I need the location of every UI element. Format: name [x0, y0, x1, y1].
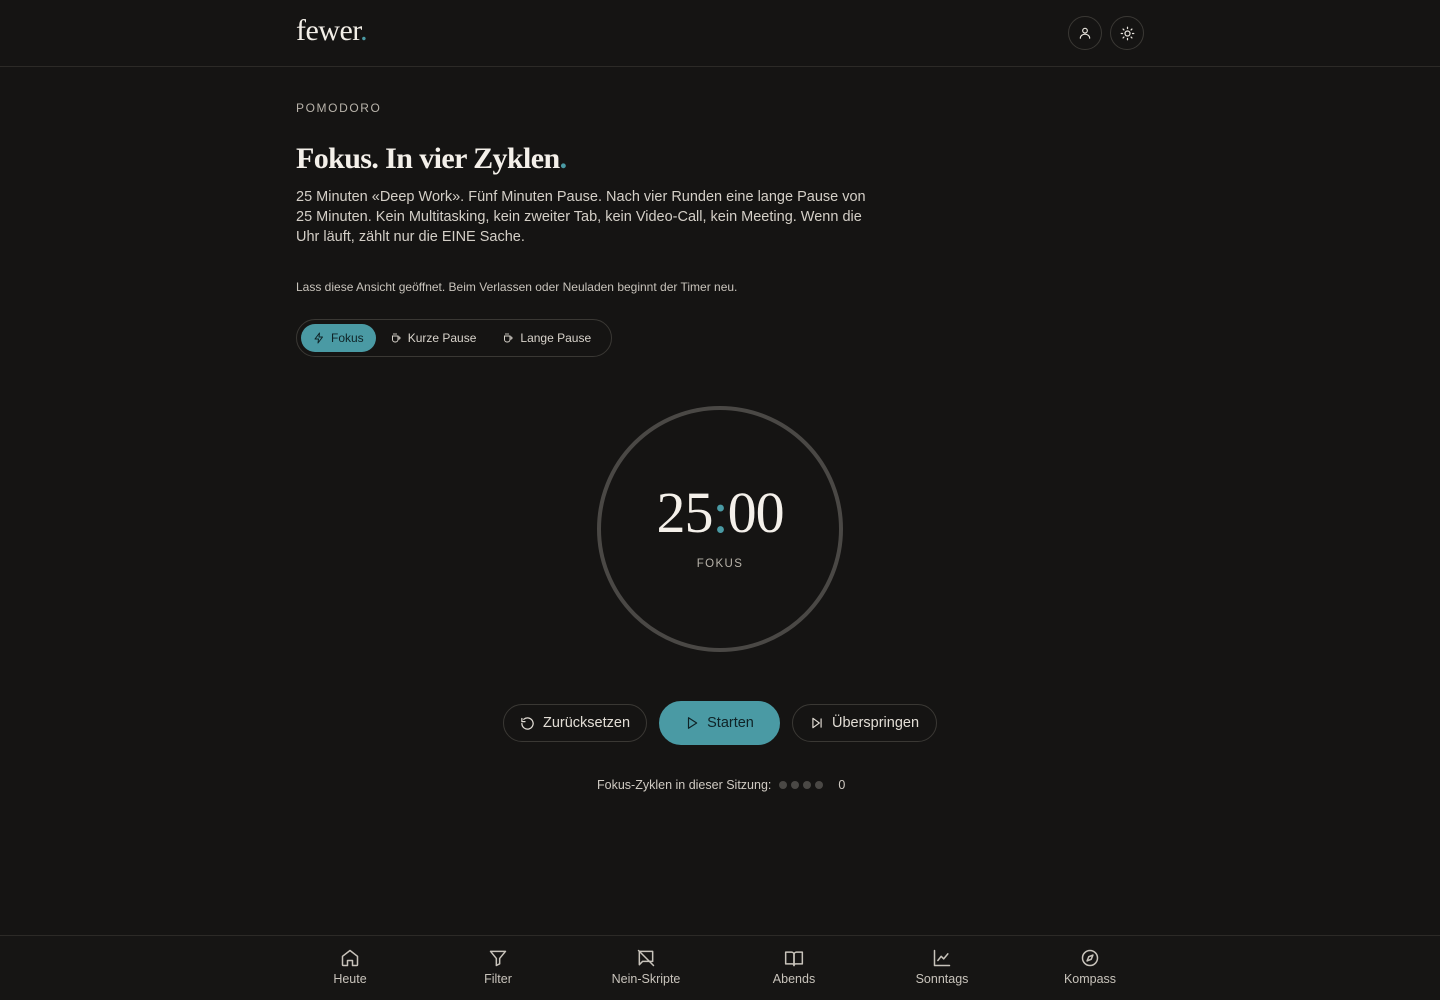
nav-label: Sonntags: [915, 972, 969, 986]
nav-item-kompass[interactable]: Kompass: [1030, 948, 1150, 986]
book-icon: [784, 951, 804, 967]
home-icon: [341, 949, 359, 967]
mode-switch: Fokus Kurze Pause Lange Pause: [296, 319, 612, 357]
mode-label: Fokus: [331, 331, 364, 345]
mode-lange-pause[interactable]: Lange Pause: [490, 324, 603, 352]
start-label: Starten: [707, 715, 754, 731]
logo[interactable]: fewer.: [296, 14, 368, 48]
compass-icon: [1081, 949, 1099, 967]
account-button[interactable]: [1068, 16, 1102, 50]
cycle-dots: [779, 781, 824, 789]
nav-item-filter[interactable]: Filter: [438, 948, 558, 986]
no-message-icon: [637, 949, 655, 967]
reset-icon: [521, 716, 534, 730]
timer-display: 25:00: [596, 480, 844, 546]
cycle-dot: [791, 781, 800, 789]
logo-text: fewer: [296, 14, 361, 47]
nav-label: Nein-Skripte: [611, 972, 681, 986]
section-eyebrow: POMODORO: [296, 101, 382, 115]
reset-label: Zurücksetzen: [542, 715, 631, 731]
nav-item-sonntags[interactable]: Sonntags: [882, 948, 1002, 986]
mode-kurze-pause[interactable]: Kurze Pause: [378, 324, 489, 352]
cup-icon: [391, 333, 401, 343]
session-note: Lass diese Ansicht geöffnet. Beim Verlas…: [296, 280, 738, 294]
intro-text: 25 Minuten «Deep Work». Fünf Minuten Pau…: [296, 189, 866, 245]
cycle-label: Fokus-Zyklen in dieser Sitzung:: [597, 778, 772, 792]
mode-label: Kurze Pause: [407, 331, 477, 345]
bottom-nav: Heute Filter Nein-Skripte Abends Sonntag…: [0, 935, 1440, 1000]
play-icon: [688, 717, 698, 729]
cycle-dot: [815, 781, 824, 789]
page-title: Fokus. In vier Zyklen.: [296, 142, 567, 176]
reset-button[interactable]: Zurücksetzen: [503, 704, 647, 742]
mode-label: Lange Pause: [520, 331, 592, 345]
mode-fokus[interactable]: Fokus: [301, 324, 376, 352]
cup-icon: [504, 333, 513, 343]
cycle-count: 0: [838, 778, 846, 792]
nav-item-heute[interactable]: Heute: [290, 948, 410, 986]
nav-label: Heute: [333, 972, 367, 986]
timer-separator: :: [712, 480, 728, 545]
cycle-counter: Fokus-Zyklen in dieser Sitzung: 0: [597, 776, 845, 794]
top-bar: fewer.: [0, 0, 1440, 67]
nav-item-abends[interactable]: Abends: [734, 948, 854, 986]
timer-seconds: 00: [727, 480, 785, 545]
nav-label: Abends: [772, 972, 816, 986]
page-title-dot: .: [559, 142, 567, 175]
logo-dot: .: [360, 14, 368, 47]
user-icon: [1079, 27, 1091, 39]
sun-icon: [1120, 26, 1134, 40]
skip-icon: [812, 717, 822, 729]
cycle-dot: [779, 781, 788, 789]
skip-label: Überspringen: [831, 715, 920, 731]
start-button[interactable]: Starten: [659, 701, 780, 745]
nav-label: Filter: [484, 972, 512, 986]
chart-icon: [933, 949, 951, 967]
page-title-text: Fokus. In vier Zyklen: [296, 142, 560, 175]
theme-toggle-button[interactable]: [1110, 16, 1144, 50]
timer-phase-label: FOKUS: [696, 558, 744, 570]
cycle-dot: [803, 781, 812, 789]
nav-item-nein-skripte[interactable]: Nein-Skripte: [586, 948, 706, 986]
filter-icon: [489, 950, 507, 967]
skip-button[interactable]: Überspringen: [792, 704, 937, 742]
nav-label: Kompass: [1063, 972, 1117, 986]
timer-minutes: 25: [656, 480, 713, 545]
bolt-icon: [314, 332, 323, 344]
